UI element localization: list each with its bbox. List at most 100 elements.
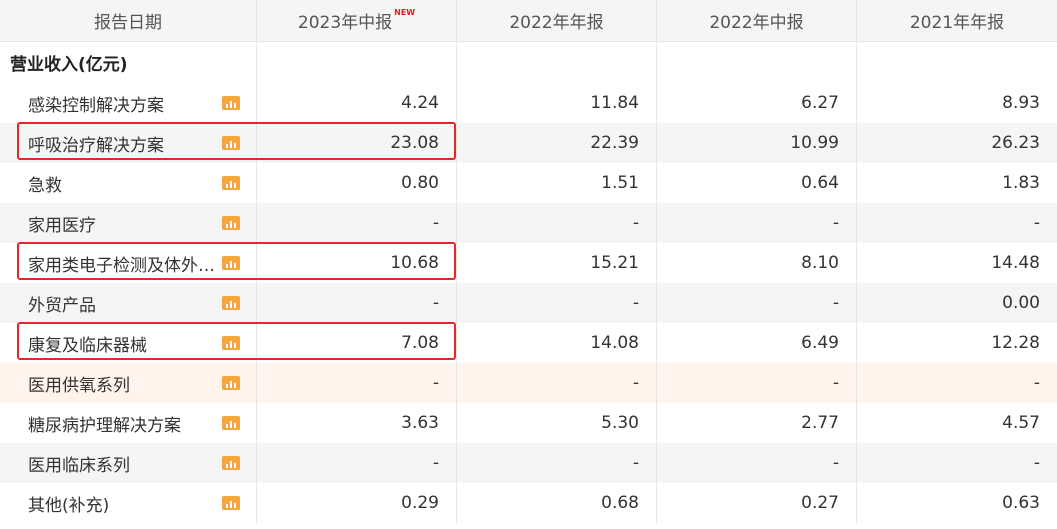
row-label-cell: 家用类电子检测及体外…: [0, 243, 257, 283]
table-row[interactable]: 呼吸治疗解决方案 23.08 22.39 10.99 26.23: [0, 123, 1057, 163]
empty-cell: [457, 42, 657, 83]
value-cell: 1.83: [1002, 173, 1040, 193]
value-cell: -: [457, 443, 657, 483]
value-cell: 0.63: [1002, 493, 1040, 513]
value-cell: 14.08: [457, 323, 657, 363]
empty-cell: [857, 42, 1057, 83]
value-cell: 14.48: [991, 253, 1040, 273]
row-label-cell: 糖尿病护理解决方案: [0, 403, 257, 443]
header-2022-annual[interactable]: 2022年年报: [457, 0, 657, 41]
table-row[interactable]: 外贸产品 - - -0.00: [0, 283, 1057, 323]
value-cell: 8.93: [1002, 93, 1040, 113]
header-2021-annual[interactable]: 2021年年报: [857, 0, 1057, 41]
row-label: 糖尿病护理解决方案: [28, 415, 181, 436]
table-row[interactable]: 家用医疗 - - - -: [0, 203, 1057, 243]
value-cell: -: [1033, 373, 1040, 393]
bar-chart-icon[interactable]: [222, 136, 240, 150]
value-cell: -: [457, 363, 657, 403]
row-label: 外贸产品: [28, 295, 96, 316]
value-cell: -: [1033, 213, 1040, 233]
value-cell: 10.99: [657, 123, 857, 163]
row-label: 其他(补充): [28, 495, 110, 516]
row-label-cell: 外贸产品: [0, 283, 257, 323]
header-2022-interim[interactable]: 2022年中报: [657, 0, 857, 41]
bar-chart-icon[interactable]: [222, 336, 240, 350]
row-label-cell: 急救: [0, 163, 257, 203]
value-cell: 4.57: [1002, 413, 1040, 433]
row-label-cell: 医用临床系列: [0, 443, 257, 483]
new-badge: NEW: [394, 8, 416, 17]
bar-chart-icon[interactable]: [222, 96, 240, 110]
value-cell: 6.27: [657, 83, 857, 123]
row-label-cell: 康复及临床器械: [0, 323, 257, 363]
row-label: 医用供氧系列: [28, 375, 130, 396]
value-cell: 0.29: [257, 483, 457, 523]
value-cell: 3.63: [257, 403, 457, 443]
empty-cell: [257, 42, 457, 83]
header-report-date: 报告日期: [0, 0, 257, 41]
value-cell: -: [657, 363, 857, 403]
row-label-cell: 家用医疗: [0, 203, 257, 243]
row-label: 急救: [28, 175, 62, 196]
value-cell: 0.64: [657, 163, 857, 203]
row-label: 呼吸治疗解决方案: [28, 135, 164, 156]
value-cell: 0.27: [657, 483, 857, 523]
row-label-cell: 感染控制解决方案: [0, 83, 257, 123]
row-label: 家用类电子检测及体外…: [28, 255, 215, 276]
value-cell: 11.84: [457, 83, 657, 123]
section-label: 营业收入(亿元): [0, 42, 257, 83]
header-2023-interim-label: 2023年中报: [297, 13, 393, 33]
value-cell: 10.68: [257, 243, 457, 283]
section-row-revenue: 营业收入(亿元): [0, 42, 1057, 83]
table-row[interactable]: 其他(补充) 0.29 0.68 0.27 0.63: [0, 483, 1057, 523]
table-row[interactable]: 感染控制解决方案 4.24 11.84 6.27 8.93: [0, 83, 1057, 123]
value-cell: -: [457, 203, 657, 243]
value-cell: -: [257, 203, 457, 243]
row-label: 感染控制解决方案: [28, 95, 164, 116]
value-cell: -: [1033, 453, 1040, 473]
row-label: 康复及临床器械: [28, 335, 147, 356]
bar-chart-icon[interactable]: [222, 216, 240, 230]
table-row[interactable]: 家用类电子检测及体外… 10.68 15.21 8.10 14.48: [0, 243, 1057, 283]
table-row[interactable]: 康复及临床器械 7.08 14.08 6.49 12.28: [0, 323, 1057, 363]
value-cell: 4.24: [257, 83, 457, 123]
bar-chart-icon[interactable]: [222, 176, 240, 190]
value-cell: 7.08: [257, 323, 457, 363]
value-cell: -: [657, 203, 857, 243]
value-cell: -: [657, 283, 857, 323]
value-cell: 0.80: [257, 163, 457, 203]
value-cell: 23.08: [257, 123, 457, 163]
table-row[interactable]: 医用供氧系列 - - - -: [0, 363, 1057, 403]
value-cell: 15.21: [457, 243, 657, 283]
empty-cell: [657, 42, 857, 83]
value-cell: -: [657, 443, 857, 483]
bar-chart-icon[interactable]: [222, 456, 240, 470]
row-label: 家用医疗: [28, 215, 96, 236]
row-label: 医用临床系列: [28, 455, 130, 476]
value-cell: 1.51: [457, 163, 657, 203]
bar-chart-icon[interactable]: [222, 296, 240, 310]
value-cell: 6.49: [657, 323, 857, 363]
revenue-table: 报告日期 2023年中报 NEW 2022年年报 2022年中报 2021年年报 …: [0, 0, 1057, 523]
bar-chart-icon[interactable]: [222, 416, 240, 430]
value-cell: 26.23: [991, 133, 1040, 153]
value-cell: 5.30: [457, 403, 657, 443]
value-cell: 8.10: [657, 243, 857, 283]
value-cell: 0.68: [457, 483, 657, 523]
bar-chart-icon[interactable]: [222, 376, 240, 390]
row-label-cell: 呼吸治疗解决方案: [0, 123, 257, 163]
bar-chart-icon[interactable]: [222, 496, 240, 510]
table-row[interactable]: 医用临床系列 - - - -: [0, 443, 1057, 483]
value-cell: 0.00: [1002, 293, 1040, 313]
row-label-cell: 其他(补充): [0, 483, 257, 523]
value-cell: -: [257, 443, 457, 483]
header-2023-interim[interactable]: 2023年中报 NEW: [257, 0, 457, 41]
bar-chart-icon[interactable]: [222, 256, 240, 270]
value-cell: -: [257, 283, 457, 323]
value-cell: 12.28: [991, 333, 1040, 353]
table-row[interactable]: 急救 0.80 1.51 0.64 1.83: [0, 163, 1057, 203]
table-row[interactable]: 糖尿病护理解决方案 3.63 5.30 2.77 4.57: [0, 403, 1057, 443]
value-cell: -: [257, 363, 457, 403]
value-cell: 22.39: [457, 123, 657, 163]
table-header: 报告日期 2023年中报 NEW 2022年年报 2022年中报 2021年年报: [0, 0, 1057, 42]
